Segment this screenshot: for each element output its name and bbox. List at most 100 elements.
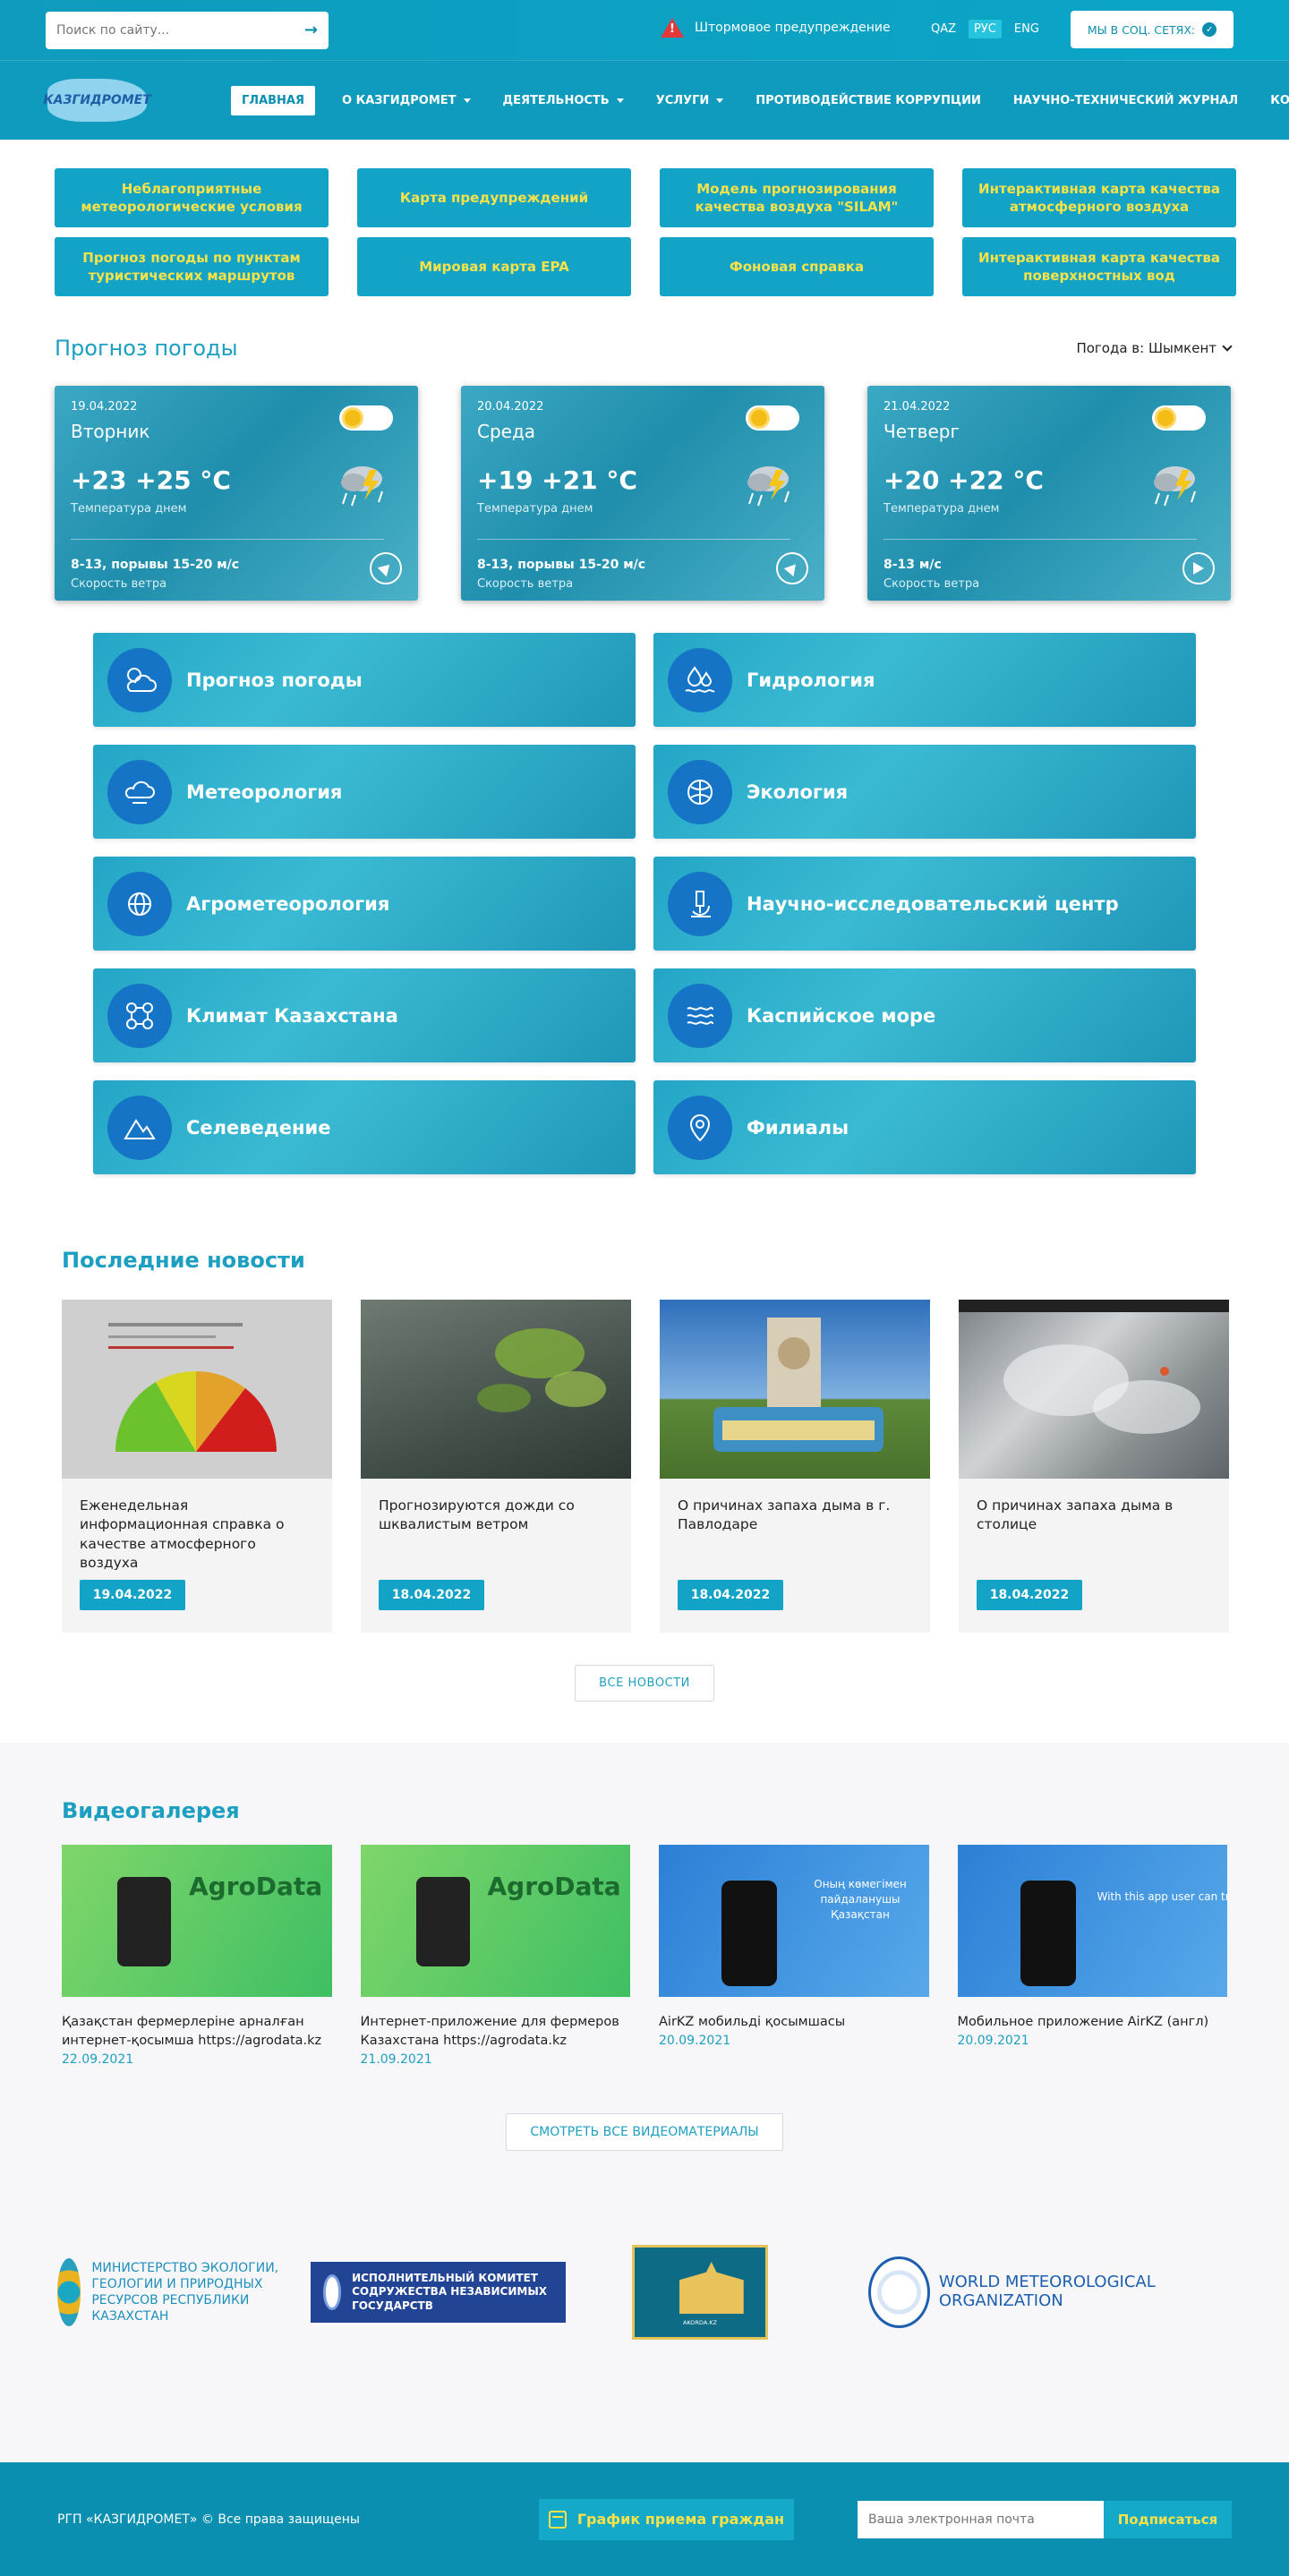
subscribe-form: Подписаться [858, 2500, 1232, 2538]
news-card[interactable]: О причинах запаха дыма в г. Павлодаре 18… [660, 1300, 930, 1633]
day-night-toggle[interactable] [339, 405, 393, 431]
chevron-circle-icon: ✓ [1202, 22, 1217, 37]
wind-direction-icon [1182, 552, 1215, 584]
top-bar: → Штормовое предупреждение QAZ РУС ENG М… [0, 0, 1289, 60]
forecast-wind-label: Скорость ветра [884, 577, 980, 591]
service-label: Агрометеорология [186, 892, 390, 915]
service-mudflow[interactable]: Селеведение [93, 1080, 636, 1174]
news-card[interactable]: Еженедельная информационная справка о ка… [62, 1300, 332, 1633]
video-thumbnail: With this app user can track the qua [957, 1845, 1227, 1997]
forecast-card[interactable]: 20.04.2022 Среда +19 +21 °C Температура … [461, 386, 824, 601]
search-submit-icon[interactable]: → [304, 21, 318, 39]
nav-about[interactable]: О КАЗГИДРОМЕТ [342, 94, 471, 107]
service-ecology[interactable]: Экология [653, 745, 1196, 839]
service-meteorology[interactable]: Метеорология [93, 745, 636, 839]
schedule-button[interactable]: График приема граждан [538, 2498, 794, 2540]
thunderstorm-icon [341, 466, 383, 507]
sun-icon [345, 410, 361, 426]
quick-link[interactable]: Прогноз погоды по пунктам туристических … [55, 237, 329, 296]
partner-akorda[interactable]: AKORDA.KZ [631, 2245, 769, 2341]
all-videos-button[interactable]: СМОТРЕТЬ ВСЕ ВИДЕОМАТЕРИАЛЫ [506, 2113, 783, 2152]
waves-icon [668, 983, 732, 1048]
service-research-center[interactable]: Научно-исследовательский центр [653, 857, 1196, 951]
subscribe-button[interactable]: Подписаться [1104, 2500, 1232, 2538]
service-branches[interactable]: Филиалы [653, 1080, 1196, 1174]
nav-anticorruption[interactable]: ПРОТИВОДЕЙСТВИЕ КОРРУПЦИИ [755, 94, 981, 107]
video-title: Видеогалерея [62, 1798, 240, 1823]
quick-link[interactable]: Мировая карта EPA [357, 237, 631, 296]
video-name: Интернет-приложение для фермеров Казахст… [360, 2015, 619, 2049]
news-headline: Прогнозируются дожди со шквалистым ветро… [379, 1497, 575, 1533]
news-image [62, 1300, 332, 1479]
service-forecast[interactable]: Прогноз погоды [93, 633, 636, 727]
calendar-icon [548, 2510, 567, 2529]
city-selector[interactable]: Погода в: Шымкент [1076, 340, 1233, 356]
search-input[interactable] [56, 22, 304, 38]
logo-text: КАЗГИДРОМЕТ [43, 93, 151, 107]
service-label: Научно-исследовательский центр [747, 892, 1119, 915]
service-agrometeorology[interactable]: Агрометеорология [93, 857, 636, 951]
nav-contacts[interactable]: КОНТАКТЫ [1270, 94, 1289, 107]
microscope-icon [668, 871, 732, 936]
service-label: Каспийское море [747, 1004, 936, 1027]
service-hydrology[interactable]: Гидрология [653, 633, 1196, 727]
service-label: Экология [747, 780, 849, 803]
quick-link[interactable]: Интерактивная карта качества поверхностн… [962, 237, 1236, 296]
sun-icon [1157, 410, 1174, 426]
partner-wmo[interactable]: WORLD METEOROLOGICAL ORGANIZATION [868, 2256, 1232, 2329]
partner-ministry[interactable]: МИНИСТЕРСТВО ЭКОЛОГИИ, ГЕОЛОГИИ И ПРИРОД… [57, 2258, 302, 2327]
storm-warning[interactable]: Штормовое предупреждение [661, 18, 891, 38]
lang-qaz[interactable]: QAZ [926, 20, 961, 38]
nav-journal[interactable]: НАУЧНО-ТЕХНИЧЕСКИЙ ЖУРНАЛ [1013, 94, 1238, 107]
forecast-card[interactable]: 21.04.2022 Четверг +20 +22 °C Температур… [867, 386, 1231, 601]
news-image [959, 1300, 1229, 1479]
cloud-sun-icon [107, 647, 172, 712]
email-field[interactable] [858, 2500, 1104, 2538]
ministry-name: МИНИСТЕРСТВО ЭКОЛОГИИ, ГЕОЛОГИИ И ПРИРОД… [91, 2260, 279, 2324]
news-card[interactable]: О причинах запаха дыма в столице 18.04.2… [959, 1300, 1229, 1633]
forecast-title: Прогноз погоды [55, 336, 238, 361]
video-thumbnail: AgroData [62, 1845, 332, 1997]
globe-leaf-icon [668, 759, 732, 824]
news-card[interactable]: Прогнозируются дожди со шквалистым ветро… [361, 1300, 631, 1633]
quick-link[interactable]: Фоновая справка [660, 237, 934, 296]
nav-activity[interactable]: ДЕЯТЕЛЬНОСТЬ [503, 94, 624, 107]
all-news-button[interactable]: ВСЕ НОВОСТИ [575, 1665, 714, 1702]
partners-row: МИНИСТЕРСТВО ЭКОЛОГИИ, ГЕОЛОГИИ И ПРИРОД… [0, 2201, 1289, 2463]
video-card[interactable]: With this app user can track the qua Моб… [957, 1845, 1227, 2067]
forecast-card[interactable]: 19.04.2022 Вторник +23 +25 °C Температур… [55, 386, 418, 601]
sun-icon [751, 410, 767, 426]
social-button[interactable]: МЫ В СОЦ. СЕТЯХ: ✓ [1071, 11, 1234, 48]
video-card[interactable]: Оның көмегімен пайдаланушы Қазақстан Air… [659, 1845, 929, 2067]
quick-link[interactable]: Карта предупреждений [357, 168, 631, 227]
lang-eng[interactable]: ENG [1009, 20, 1045, 38]
service-caspian[interactable]: Каспийское море [653, 968, 1196, 1062]
partner-cis[interactable]: ИСПОЛНИТЕЛЬНЫЙ КОМИТЕТ СОДРУЖЕСТВА НЕЗАВ… [310, 2262, 566, 2324]
lang-rus[interactable]: РУС [969, 20, 1002, 38]
search-box[interactable]: → [46, 11, 329, 49]
city-label: Погода в: Шымкент [1076, 340, 1216, 356]
service-climate[interactable]: Климат Казахстана [93, 968, 636, 1062]
main-navigation: КАЗГИДРОМЕТ ГЛАВНАЯ О КАЗГИДРОМЕТ ДЕЯТЕЛ… [0, 60, 1289, 140]
video-card[interactable]: AgroData Интернет-приложение для фермеро… [360, 1845, 630, 2067]
quick-link[interactable]: Интерактивная карта качества атмосферног… [962, 168, 1236, 227]
quick-links: Неблагоприятные метеорологические услови… [0, 140, 1289, 296]
day-night-toggle[interactable] [746, 405, 799, 431]
quick-link[interactable]: Неблагоприятные метеорологические услови… [55, 168, 329, 227]
akorda-name: AKORDA.KZ [682, 2319, 717, 2327]
site-logo[interactable]: КАЗГИДРОМЕТ [43, 73, 151, 127]
divider [477, 539, 790, 540]
phone-image [1020, 1881, 1076, 1986]
news-date-badge: 19.04.2022 [80, 1580, 185, 1610]
caret-down-icon [716, 98, 724, 103]
nav-services[interactable]: УСЛУГИ [656, 94, 724, 107]
weather-station-icon [107, 759, 172, 824]
news-section: Последние новости Еженедельная информаци… [0, 1174, 1289, 1702]
video-date: 20.09.2021 [957, 2034, 1029, 2049]
video-card[interactable]: AgroData Қазақстан фермерлеріне арналған… [62, 1845, 332, 2067]
service-label: Филиалы [747, 1116, 849, 1139]
nav-home[interactable]: ГЛАВНАЯ [231, 85, 316, 115]
day-night-toggle[interactable] [1152, 405, 1206, 431]
quick-link[interactable]: Модель прогнозирования качества воздуха … [660, 168, 934, 227]
video-name: AirKZ мобильді қосымшасы [659, 2015, 846, 2029]
